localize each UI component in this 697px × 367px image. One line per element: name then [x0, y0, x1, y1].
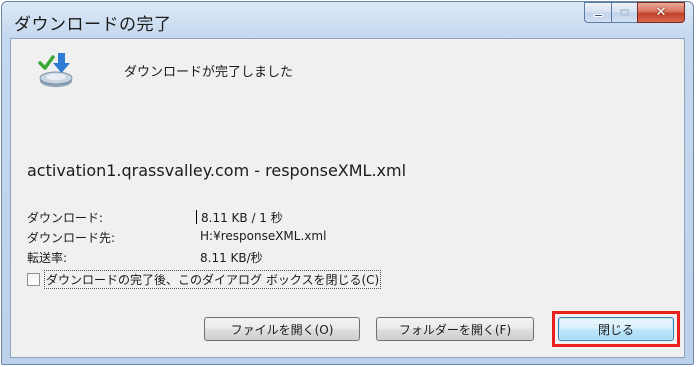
open-folder-button[interactable]: フォルダーを開く(F): [376, 317, 534, 341]
download-value: 8.11 KB / 1 秒: [201, 211, 283, 225]
close-on-complete-checkbox[interactable]: [27, 273, 40, 286]
minimize-button[interactable]: [584, 2, 611, 23]
destination-label: ダウンロード先:: [27, 231, 116, 245]
close-button-highlight: [552, 311, 680, 347]
completion-message: ダウンロードが完了しました: [124, 65, 294, 80]
minimize-icon: [593, 14, 603, 17]
maximize-icon: [620, 9, 629, 16]
open-file-button[interactable]: ファイルを開く(O): [204, 317, 360, 341]
download-value-row: 8.11 KB / 1 秒: [196, 209, 283, 226]
close-on-complete-option[interactable]: ダウンロードの完了後、このダイアログ ボックスを閉じる(C): [27, 270, 382, 289]
destination-value: H:¥responseXML.xml: [200, 229, 327, 243]
transfer-rate-label: 転送率:: [27, 251, 68, 265]
maximize-button: [611, 2, 637, 23]
download-complete-dialog: ダウンロードの完了 ✕ ダウンロードが完了しました activation1.qr…: [1, 1, 694, 365]
download-complete-icon: [38, 53, 73, 87]
title-bar[interactable]: ダウンロードの完了 ✕: [2, 2, 693, 38]
close-icon: ✕: [655, 5, 667, 20]
close-window-button[interactable]: ✕: [637, 2, 685, 23]
file-name: activation1.qrassvalley.com - responseXM…: [27, 161, 407, 180]
window-controls: ✕: [584, 2, 685, 24]
transfer-rate-value: 8.11 KB/秒: [200, 251, 263, 265]
text-caret: [196, 210, 197, 224]
close-on-complete-label[interactable]: ダウンロードの完了後、このダイアログ ボックスを閉じる(C): [44, 270, 382, 289]
download-label: ダウンロード:: [27, 211, 104, 225]
dialog-content: ダウンロードが完了しました activation1.qrassvalley.co…: [10, 38, 685, 358]
window-title: ダウンロードの完了: [14, 15, 172, 35]
